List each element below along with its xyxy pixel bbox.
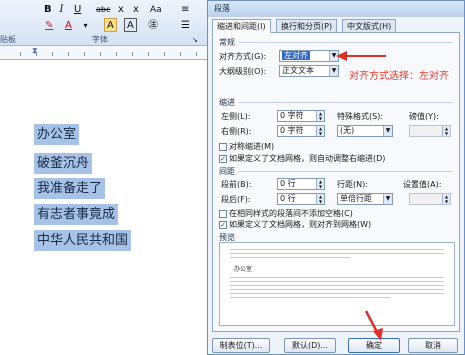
- annotation-arrows: [336, 51, 386, 341]
- arrow-to-ok-button-icon: [364, 310, 383, 341]
- tab-indents-spacing[interactable]: 缩进和间距(I): [212, 19, 271, 33]
- arrow-to-alignment-icon: [336, 51, 386, 61]
